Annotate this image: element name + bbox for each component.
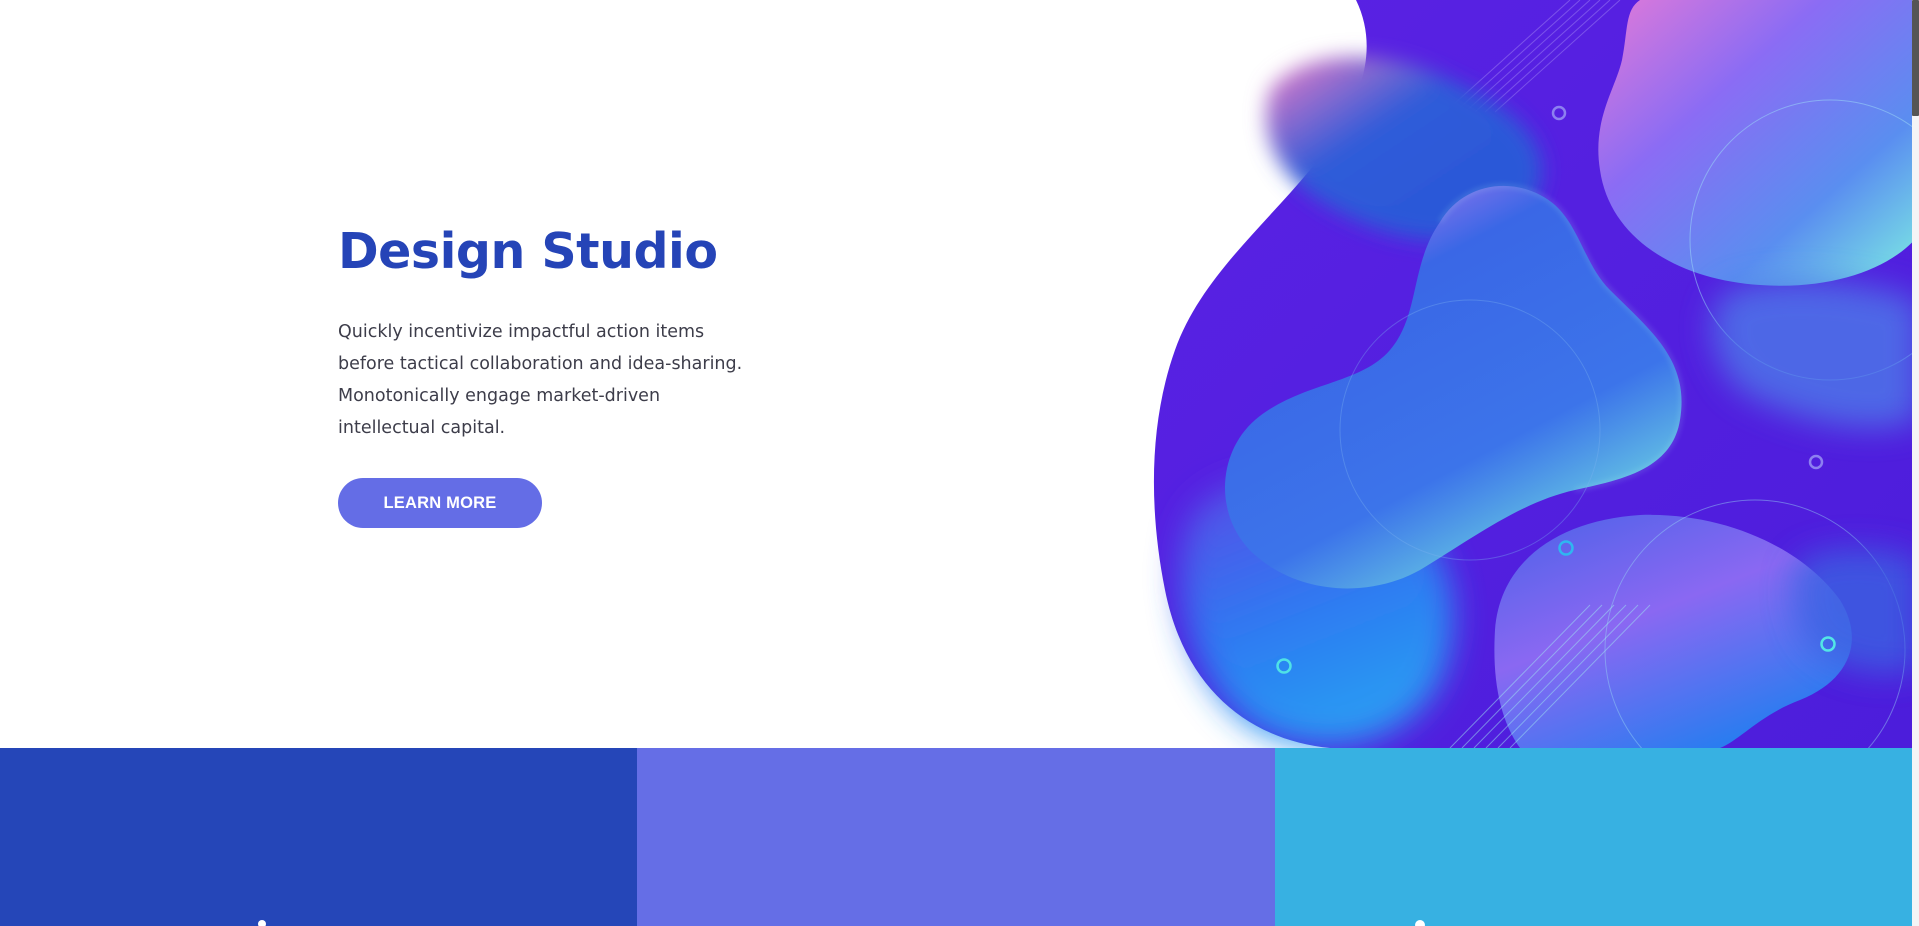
gradient-blob-illustration — [1153, 0, 1919, 748]
hero-description: Quickly incentivize impactful action ite… — [338, 322, 743, 438]
hero-section: Design Studio Quickly incentivize impact… — [0, 0, 1919, 748]
hero-text-block: Design Studio Quickly incentivize impact… — [338, 222, 758, 528]
scrollbar-thumb[interactable] — [1912, 0, 1919, 116]
feature-panel-1 — [0, 748, 638, 926]
features-section — [0, 748, 1912, 926]
feature-panel-3 — [1274, 748, 1912, 926]
learn-more-button[interactable]: LEARN MORE — [338, 478, 542, 528]
feature-icon — [258, 920, 266, 926]
top-right-blob — [1598, 0, 1919, 286]
scrollbar[interactable] — [1912, 0, 1919, 926]
hero-title: Design Studio — [338, 223, 718, 280]
feature-icon — [1414, 920, 1425, 926]
feature-panel-2 — [637, 748, 1275, 926]
